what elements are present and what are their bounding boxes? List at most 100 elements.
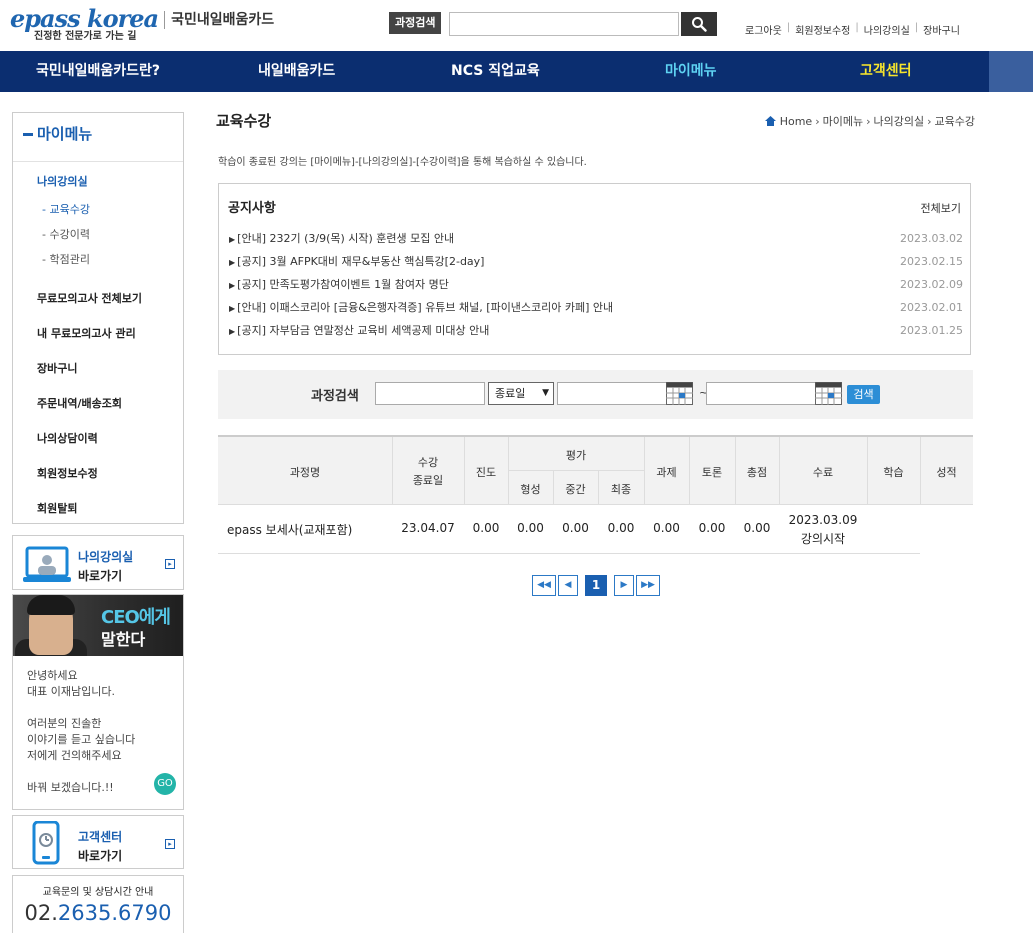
th-end-line2: 종료일 [412,474,444,487]
notice-item-date: 2023.02.15 [900,255,963,268]
support-banner[interactable]: 고객센터 바로가기 ▸ [12,815,184,869]
contact-phone: 02.2635.6790 [13,901,183,925]
cell-formative: 0.00 [517,521,544,535]
notice-item-date: 2023.02.01 [900,301,963,314]
header-search-label: 과정검색 [389,12,442,34]
pager-first-button[interactable]: ◀◀ [532,575,556,596]
chevron-right-icon: › [866,114,871,128]
notice-item[interactable]: ▶ [안내] 232기 (3/9(목) 시작) 훈련생 모집 안내 2023.03.… [229,230,963,246]
cell-course-name[interactable]: epass 보세사(교재포함) [227,521,352,538]
utility-links: 로그아웃 | 회원정보수정 | 나의강의실 | 장바구니 [745,22,960,37]
contact-box: 교육문의 및 상담시간 안내 02.2635.6790 [12,875,184,933]
side-item-orders[interactable]: 주문내역/배송조회 [37,395,122,411]
side-sub-course[interactable]: - 교육수강 [42,201,90,217]
ceo-message-box: CEO에게 말한다 안녕하세요 대표 이재남입니다. 여러분의 진솔한 이야기를… [12,594,184,810]
side-item-free-exam-all[interactable]: 무료모의고사 전체보기 [37,290,142,306]
ceo-line: 이야기를 듣고 싶습니다 [27,733,136,746]
th-grade: 성적 [936,466,957,479]
th-task: 과제 [656,466,677,479]
search-icon [692,17,707,32]
th-total: 총점 [746,466,768,479]
side-menu-title-text: 마이메뉴 [37,125,93,143]
cell-final: 0.00 [607,521,635,535]
nav-item-about-card[interactable]: 국민내일배움카드란? [36,51,160,92]
cart-link[interactable]: 장바구니 [923,22,960,37]
minus-icon [23,133,33,136]
notice-item[interactable]: ▶ [공지] 자부담금 연말정산 교육비 세액공제 미대상 안내 2023.01.2… [229,322,963,338]
arrow-right-icon: ▸ [165,559,175,569]
nav-item-tomorrow-card[interactable]: 내일배움카드 [258,51,335,92]
mobile-phone-icon [31,820,61,865]
intro-text: 학습이 종료된 강의는 [마이메뉴]-[나의강의실]-[수강이력]을 통해 복습… [218,157,587,168]
classroom-banner-title: 나의강의실 [78,550,134,564]
breadcrumb-classroom[interactable]: 나의강의실 [874,113,925,129]
pager-prev-button[interactable]: ◀ [558,575,578,596]
side-sub-history[interactable]: - 수강이력 [42,226,90,242]
course-search-label: 과정검색 [311,389,359,404]
ceo-line: 바꿔 보겠습니다.!! [27,781,114,794]
col-divider [392,437,393,505]
triangle-right-icon: ▶ [229,235,236,244]
my-classroom-banner[interactable]: 나의강의실 바로가기 ▸ [12,535,184,590]
side-item-my-free-exam[interactable]: 내 무료모의고사 관리 [37,325,136,341]
course-keyword-input[interactable] [375,382,485,405]
ceo-title-main: 말한다 [101,630,146,649]
support-banner-title: 고객센터 [78,830,123,844]
th-progress: 진도 [475,466,497,479]
row-divider [218,553,920,554]
ceo-line: 저에게 건의해주세요 [27,749,122,762]
side-item-edit-profile[interactable]: 회원정보수정 [37,465,98,481]
nav-end-block [989,51,1033,92]
end-date-input[interactable] [706,382,817,405]
calendar-icon[interactable] [815,382,842,405]
pager-last-button[interactable]: ▶▶ [636,575,660,596]
course-search-bar: 과정검색 종료일 ▼ ~ 검색 [218,370,973,419]
my-classroom-link[interactable]: 나의강의실 [864,22,910,37]
cell-midterm: 0.00 [562,521,589,535]
nav-item-ncs[interactable]: NCS 직업교육 [451,51,540,92]
chevron-right-icon: › [815,114,820,128]
notice-item-date: 2023.02.09 [900,278,963,291]
ceo-go-button[interactable]: GO [154,773,176,795]
edit-profile-link[interactable]: 회원정보수정 [795,22,850,37]
th-eval-midterm: 중간 [565,483,586,496]
start-date-input[interactable] [557,382,668,405]
th-study: 학습 [883,466,904,479]
course-search-button[interactable]: 검색 [847,385,880,404]
breadcrumb-home[interactable]: Home [780,115,812,128]
breadcrumb-mymenu[interactable]: 마이메뉴 [823,113,863,129]
logo-card-name: 국민내일배움카드 [171,12,275,28]
th-evaluation: 평가 [565,449,587,462]
side-item-my-classroom[interactable]: 나의강의실 [37,173,88,189]
notice-item[interactable]: ▶ [안내] 이패스코리아 [금융&은행자격증] 유튜브 채널, [파이낸스코리아… [229,299,963,315]
cell-start-date: 2023.03.09 [788,513,858,527]
notice-item[interactable]: ▶ [공지] 만족도평가참여이벤트 1월 참여자 명단 2023.02.09 [229,276,963,292]
phone-number: 2635.6790 [57,901,172,925]
calendar-icon[interactable] [666,382,693,405]
side-item-cart[interactable]: 장바구니 [37,360,77,376]
notice-item-text: [안내] 이패스코리아 [금융&은행자격증] 유튜브 채널, [파이낸스코리아 … [237,301,614,314]
cell-discussion: 0.00 [698,521,726,535]
nav-item-support[interactable]: 고객센터 [860,51,912,92]
side-item-withdraw[interactable]: 회원탈퇴 [37,500,77,516]
ceo-line: 대표 이재남입니다. [27,685,115,698]
support-banner-sub: 바로가기 [78,849,123,863]
util-divider: | [914,22,919,33]
notice-view-all[interactable]: 전체보기 [921,200,961,216]
triangle-right-icon: ▶ [229,281,236,290]
logout-link[interactable]: 로그아웃 [745,22,782,37]
date-type-select[interactable]: 종료일 ▼ [488,382,554,405]
header-search-input[interactable] [449,12,679,36]
th-discussion: 토론 [701,466,723,479]
chevron-right-icon: › [927,114,932,128]
nav-item-mymenu[interactable]: 마이메뉴 [665,51,717,92]
notice-item-text: [안내] 232기 (3/9(목) 시작) 훈련생 모집 안내 [237,232,455,245]
side-sub-credit[interactable]: - 학점관리 [42,251,90,267]
breadcrumb-current: 교육수강 [934,115,975,128]
pager-next-button[interactable]: ▶ [614,575,634,596]
notice-box: 공지사항 전체보기 ▶ [안내] 232기 (3/9(목) 시작) 훈련생 모집 … [218,183,971,355]
header-search-button[interactable] [681,12,717,36]
side-item-consult[interactable]: 나의상담이력 [37,430,98,446]
notice-item[interactable]: ▶ [공지] 3월 AFPK대비 재무&부동산 핵심특강[2-day] 2023.0… [229,253,963,269]
pager-page-current[interactable]: 1 [585,575,607,596]
